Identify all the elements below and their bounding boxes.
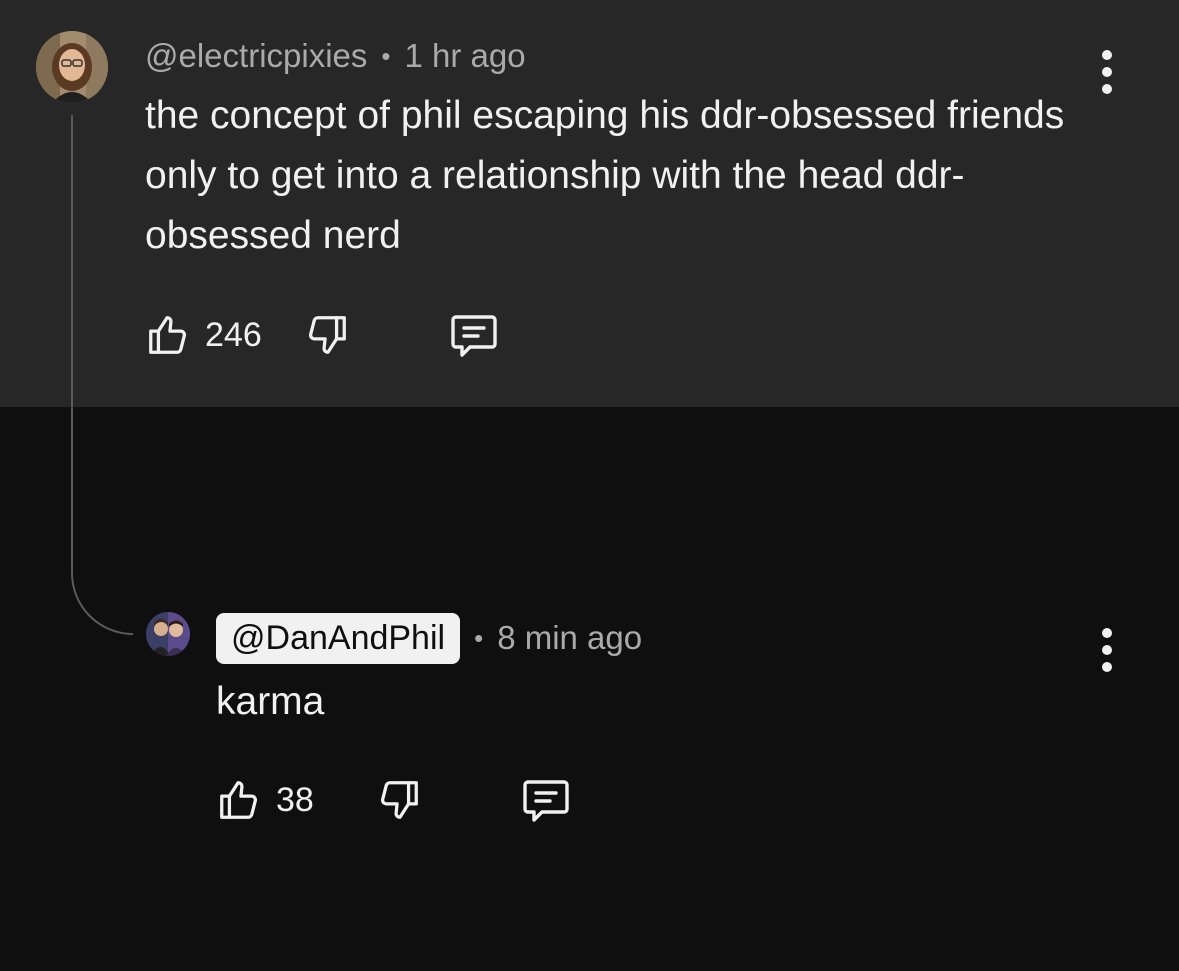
creator-avatar[interactable]: [146, 612, 190, 656]
reply-text: karma: [216, 680, 325, 723]
reply-actions: 38: [216, 775, 572, 825]
more-vert-icon[interactable]: [1092, 50, 1122, 94]
thumbs-down-icon[interactable]: [304, 311, 350, 359]
comment-actions: 246: [145, 310, 500, 360]
reply-timestamp[interactable]: 8 min ago: [497, 619, 642, 657]
creator-handle-badge[interactable]: @DanAndPhil: [216, 612, 461, 664]
comment-text: the concept of phil escaping his ddr-obs…: [145, 94, 1065, 257]
reply-icon[interactable]: [520, 776, 572, 824]
thumbs-up-icon[interactable]: [216, 776, 262, 824]
meta-separator: •: [381, 40, 391, 71]
commenter-handle[interactable]: @electricpixies: [145, 37, 367, 75]
like-count: 246: [205, 315, 262, 354]
thumbs-up-icon[interactable]: [145, 311, 191, 359]
reply-thread-line: [71, 115, 133, 635]
reply-meta: @DanAndPhil • 8 min ago: [216, 611, 642, 665]
more-vert-icon[interactable]: [1092, 628, 1122, 672]
reply-icon[interactable]: [448, 311, 500, 359]
comment-meta: @electricpixies • 1 hr ago: [145, 36, 526, 76]
like-count: 38: [276, 780, 314, 819]
meta-separator: •: [474, 622, 484, 653]
comment-timestamp[interactable]: 1 hr ago: [405, 37, 526, 75]
thumbs-down-icon[interactable]: [376, 776, 422, 824]
commenter-avatar[interactable]: [36, 31, 108, 103]
